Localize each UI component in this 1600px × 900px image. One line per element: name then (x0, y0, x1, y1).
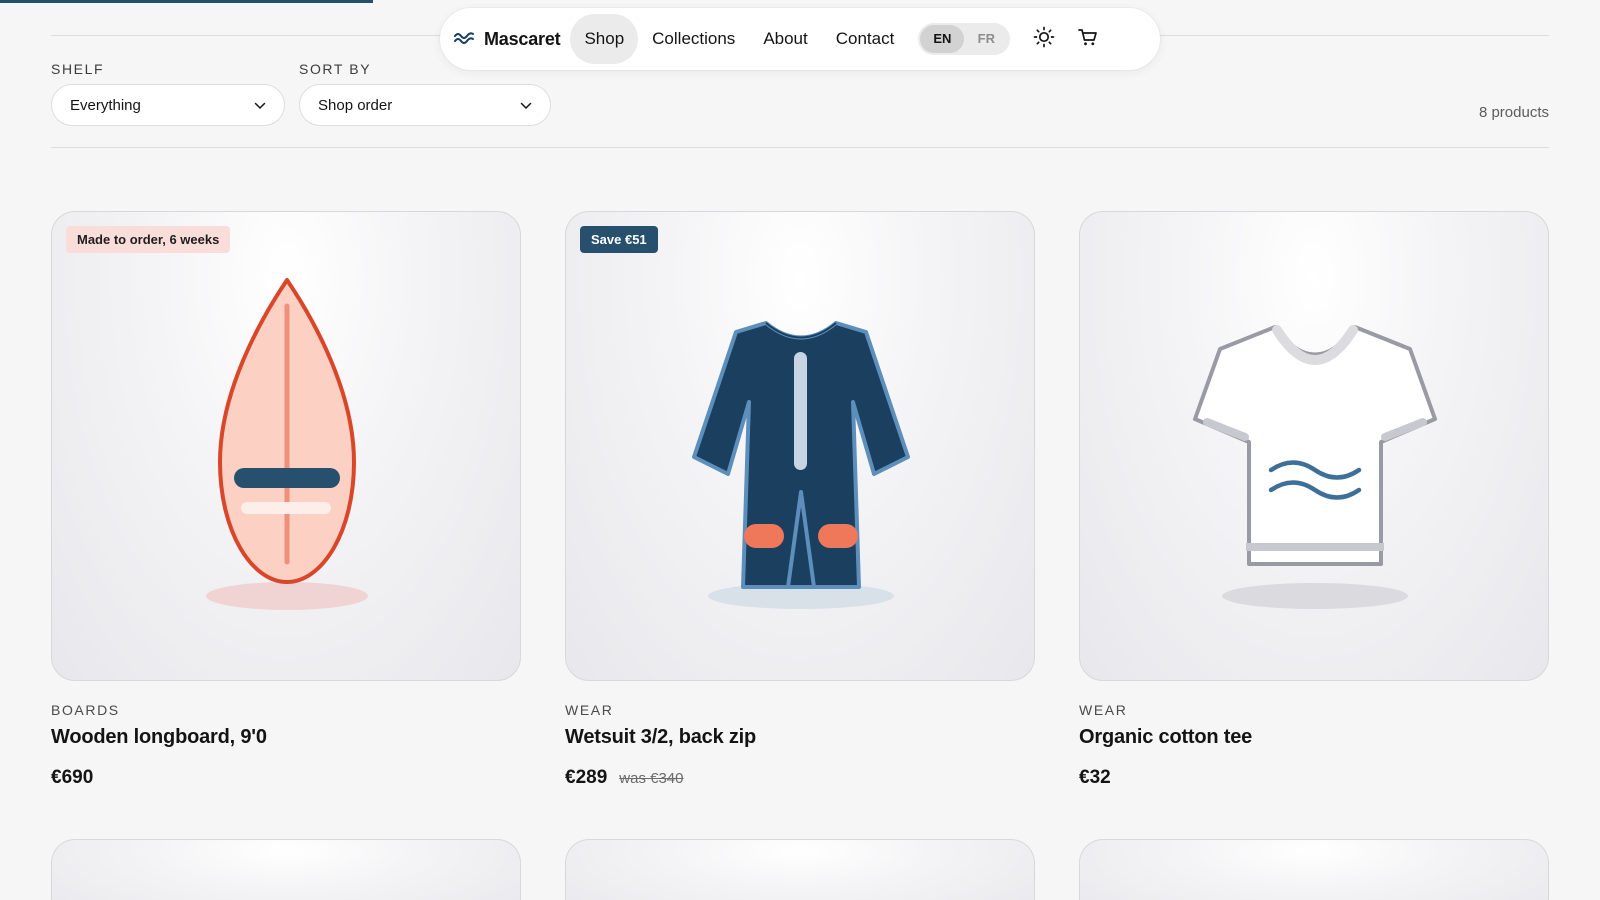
price-row: €690 (51, 767, 521, 789)
chevron-down-icon (254, 97, 266, 114)
product-price: €289 (565, 767, 608, 788)
theme-toggle-button[interactable] (1024, 19, 1064, 59)
product-original-price: was €340 (619, 770, 684, 787)
cart-button[interactable] (1068, 19, 1108, 59)
surfboard-icon (206, 278, 368, 610)
product-category: BOARDS (51, 702, 120, 718)
product-category: WEAR (565, 702, 614, 718)
product-image-link[interactable] (1079, 839, 1549, 900)
wave-logo-icon (454, 29, 476, 50)
brand-name: Mascaret (484, 28, 561, 49)
product-image-link[interactable]: Save €51 (565, 211, 1035, 681)
product-card: WEAR Organic cotton tee €32 (1079, 211, 1549, 789)
lang-en-button[interactable]: EN (920, 25, 965, 53)
sort-select-value: Shop order (318, 96, 393, 114)
product-count: 8 products (1478, 104, 1549, 121)
language-toggle: EN FR (918, 23, 1011, 55)
price-row: €289 was €340 (565, 767, 1035, 789)
nav-link-collections[interactable]: Collections (638, 14, 749, 64)
page-progress-bar (0, 0, 373, 3)
product-card (1079, 839, 1549, 900)
product-price: €32 (1079, 767, 1111, 788)
lang-fr-button[interactable]: FR (964, 25, 1008, 53)
brand[interactable]: Mascaret (454, 28, 561, 50)
nav-link-contact[interactable]: Contact (822, 14, 909, 64)
product-title[interactable]: Wooden longboard, 9'0 (51, 726, 521, 749)
cart-icon (1077, 26, 1099, 53)
shelf-select[interactable]: Everything (51, 84, 285, 126)
product-title[interactable]: Organic cotton tee (1079, 726, 1549, 749)
price-row: €32 (1079, 767, 1549, 789)
product-image-link[interactable]: Made to order, 6 weeks (51, 211, 521, 681)
product-image-link[interactable] (565, 839, 1035, 900)
product-card: Save €51 WEAR Wetsuit 3/2, back zip €289… (565, 211, 1035, 789)
sun-icon (1033, 26, 1055, 53)
nav-link-shop[interactable]: Shop (570, 14, 639, 64)
product-card (51, 839, 521, 900)
sort-label: SORT BY (299, 61, 372, 77)
product-category: WEAR (1079, 702, 1128, 718)
product-title[interactable]: Wetsuit 3/2, back zip (565, 726, 1035, 749)
tshirt-icon (1193, 325, 1437, 609)
main-nav: Mascaret Shop Collections About Contact … (440, 8, 1160, 70)
product-image-link[interactable] (51, 839, 521, 900)
chevron-down-icon (520, 97, 532, 114)
shelf-label: SHELF (51, 61, 105, 77)
product-card: Made to order, 6 weeks BOARDS Wooden lon… (51, 211, 521, 789)
wetsuit-icon (692, 321, 910, 609)
product-card (565, 839, 1035, 900)
product-price: €690 (51, 767, 94, 788)
divider (51, 147, 1549, 148)
sort-select[interactable]: Shop order (299, 84, 551, 126)
product-image-link[interactable] (1079, 211, 1549, 681)
nav-link-about[interactable]: About (749, 14, 821, 64)
shelf-select-value: Everything (70, 96, 141, 114)
